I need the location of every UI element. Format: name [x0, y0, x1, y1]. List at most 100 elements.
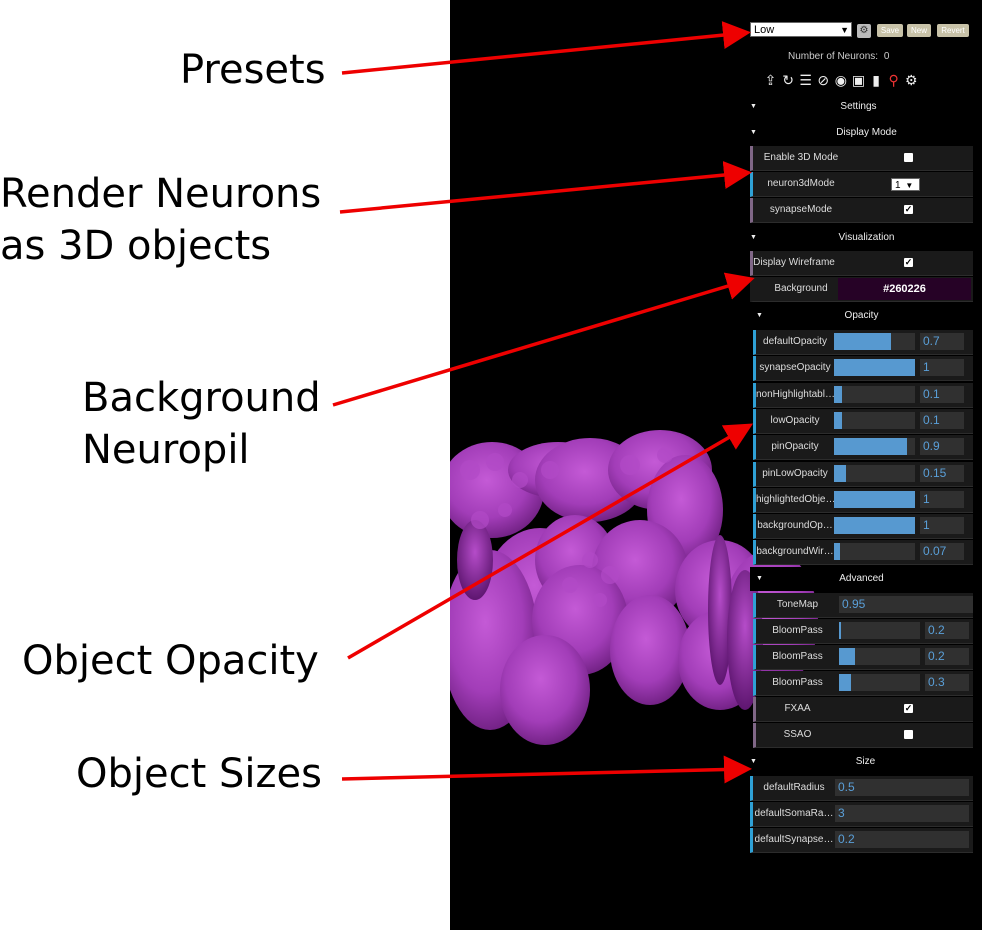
size-label: defaultRadius: [763, 782, 825, 793]
size-input[interactable]: 0.5: [835, 779, 969, 796]
ssao-label: SSAO: [783, 729, 812, 740]
chevron-down-icon: ▼: [905, 181, 914, 190]
collapse-triangle-icon: ▼: [750, 234, 757, 241]
gears-icon[interactable]: ⚙: [903, 72, 920, 89]
opacity-input[interactable]: 0.1: [920, 385, 964, 403]
fxaa-checkbox[interactable]: ✓: [904, 704, 913, 713]
opacity-label: nonHighlightabl…: [756, 388, 834, 400]
annotation-background-line2: Neuropil: [82, 427, 250, 473]
new-button[interactable]: New: [907, 24, 931, 37]
bloom-label: BloomPass: [772, 651, 823, 662]
collapse-triangle-icon: ▼: [750, 129, 757, 136]
opacity-input[interactable]: 0.15: [920, 464, 964, 482]
opacity-row: backgroundWir… 0.07: [753, 540, 973, 566]
opacity-label: synapseOpacity: [759, 362, 831, 374]
opacity-input[interactable]: 1: [920, 517, 964, 535]
annotation-presets: Presets: [180, 47, 326, 93]
eye-icon[interactable]: ◉: [832, 72, 849, 89]
size-input[interactable]: 0.2: [835, 831, 969, 848]
neuron3dmode-row: neuron3dMode 1 ▼: [750, 172, 973, 197]
fxaa-row: FXAA ✓: [753, 697, 973, 722]
opacity-slider-fill: [834, 359, 915, 377]
bloom-input[interactable]: 0.3: [925, 674, 969, 691]
neuron3dmode-label: neuron3dMode: [767, 178, 835, 189]
preset-gear-icon[interactable]: ⚙: [857, 24, 871, 38]
bloom-slider[interactable]: [839, 674, 920, 691]
background-row: Background #260226: [750, 277, 973, 302]
eye-slash-icon[interactable]: ⊘: [815, 72, 832, 89]
collapse-triangle-icon: ▼: [750, 758, 757, 765]
fxaa-label: FXAA: [784, 703, 811, 714]
opacity-slider-fill: [834, 543, 840, 561]
wireframe-label: Display Wireframe: [753, 257, 835, 268]
display-mode-header[interactable]: ▼ Display Mode: [744, 121, 973, 145]
neuron-count-value: 0: [883, 51, 890, 62]
collapse-triangle-icon: ▼: [756, 312, 763, 319]
bloom-input[interactable]: 0.2: [925, 622, 969, 639]
preset-select[interactable]: Low ▼: [750, 22, 852, 37]
bloom-slider-fill: [839, 622, 841, 639]
synapsemode-checkbox[interactable]: ✓: [904, 205, 913, 214]
bloom-row: BloomPass 0.3: [753, 671, 973, 696]
revert-button[interactable]: Revert: [937, 24, 969, 37]
opacity-slider[interactable]: [834, 438, 915, 456]
background-label: Background: [774, 283, 828, 294]
opacity-input[interactable]: 1: [920, 490, 964, 508]
opacity-slider[interactable]: [834, 359, 915, 377]
size-title: Size: [855, 756, 876, 767]
background-color-input[interactable]: #260226: [838, 278, 971, 300]
opacity-slider[interactable]: [834, 333, 915, 350]
tonemap-label: ToneMap: [776, 599, 819, 610]
action-icon-row: ⇪ ↻ ☰ ⊘ ◉ ▣ ▮ ⚲ ⚙: [762, 72, 920, 90]
visualization-title: Visualization: [838, 232, 895, 243]
opacity-row: synapseOpacity 1: [753, 356, 973, 382]
enable-3d-checkbox[interactable]: [904, 153, 913, 162]
advanced-header[interactable]: ▼ Advanced: [750, 567, 973, 591]
bloom-slider[interactable]: [839, 622, 920, 639]
save-button[interactable]: Save: [877, 24, 903, 37]
opacity-slider[interactable]: [834, 464, 915, 482]
preset-value: Low: [754, 24, 775, 36]
trash-icon[interactable]: ▮: [868, 72, 885, 89]
opacity-slider[interactable]: [834, 490, 915, 508]
opacity-header[interactable]: ▼ Opacity: [750, 304, 973, 328]
chevron-down-icon: ▼: [840, 25, 849, 35]
annotation-background-line1: Background: [82, 375, 321, 421]
neuron3dmode-select[interactable]: 1 ▼: [891, 178, 920, 191]
opacity-row: lowOpacity 0.1: [753, 408, 973, 434]
ssao-checkbox[interactable]: [904, 730, 913, 739]
opacity-input[interactable]: 0.07: [920, 543, 964, 561]
size-input[interactable]: 3: [835, 805, 969, 822]
opacity-input[interactable]: 0.7: [920, 333, 964, 350]
opacity-slider[interactable]: [834, 517, 915, 535]
settings-header[interactable]: ▼ Settings: [744, 95, 973, 119]
neuron3dmode-value: 1: [895, 180, 901, 191]
tonemap-input[interactable]: 0.95: [839, 596, 973, 613]
opacity-row: highlightedObje… 1: [753, 487, 973, 513]
opacity-input[interactable]: 0.1: [920, 411, 964, 429]
opacity-slider-fill: [834, 438, 907, 456]
opacity-input[interactable]: 0.9: [920, 438, 964, 456]
camera-icon[interactable]: ▣: [850, 72, 867, 89]
opacity-slider[interactable]: [834, 543, 915, 561]
bloom-slider-fill: [839, 648, 856, 665]
unpin-icon[interactable]: ⚲: [885, 72, 902, 89]
opacity-label: highlightedObje…: [756, 493, 834, 505]
opacity-input[interactable]: 1: [920, 359, 964, 377]
upload-icon[interactable]: ⇪: [762, 72, 779, 89]
list-icon[interactable]: ☰: [797, 72, 814, 89]
size-header[interactable]: ▼ Size: [744, 750, 973, 774]
wireframe-checkbox[interactable]: ✓: [904, 258, 913, 267]
opacity-slider[interactable]: [834, 385, 915, 403]
bloom-input[interactable]: 0.2: [925, 648, 969, 665]
tonemap-row: ToneMap 0.95: [753, 593, 973, 618]
refresh-icon[interactable]: ↻: [780, 72, 797, 89]
visualization-header[interactable]: ▼ Visualization: [744, 226, 973, 250]
opacity-slider[interactable]: [834, 411, 915, 429]
opacity-label: pinLowOpacity: [762, 467, 828, 479]
opacity-row: defaultOpacity 0.7: [753, 330, 973, 355]
ssao-row: SSAO: [753, 723, 973, 748]
bloom-row: BloomPass 0.2: [753, 619, 973, 644]
bloom-slider[interactable]: [839, 648, 920, 665]
annotation-sizes: Object Sizes: [76, 751, 322, 797]
